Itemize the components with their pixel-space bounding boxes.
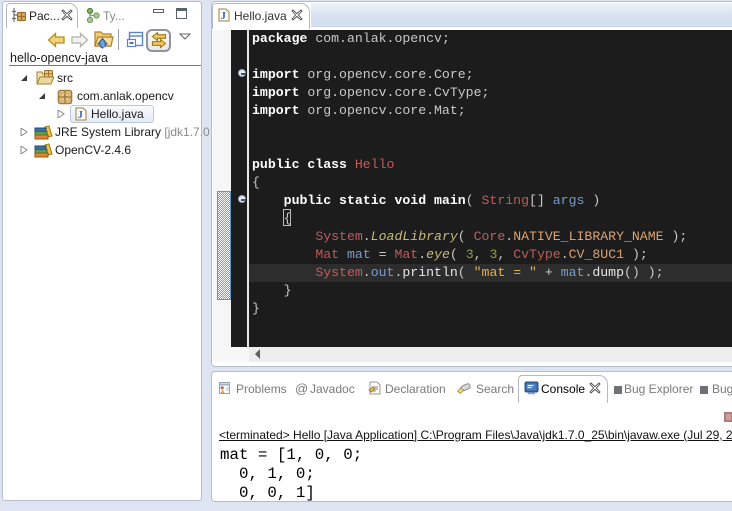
svg-text:J: J (78, 110, 83, 121)
svg-text:J: J (221, 11, 226, 22)
